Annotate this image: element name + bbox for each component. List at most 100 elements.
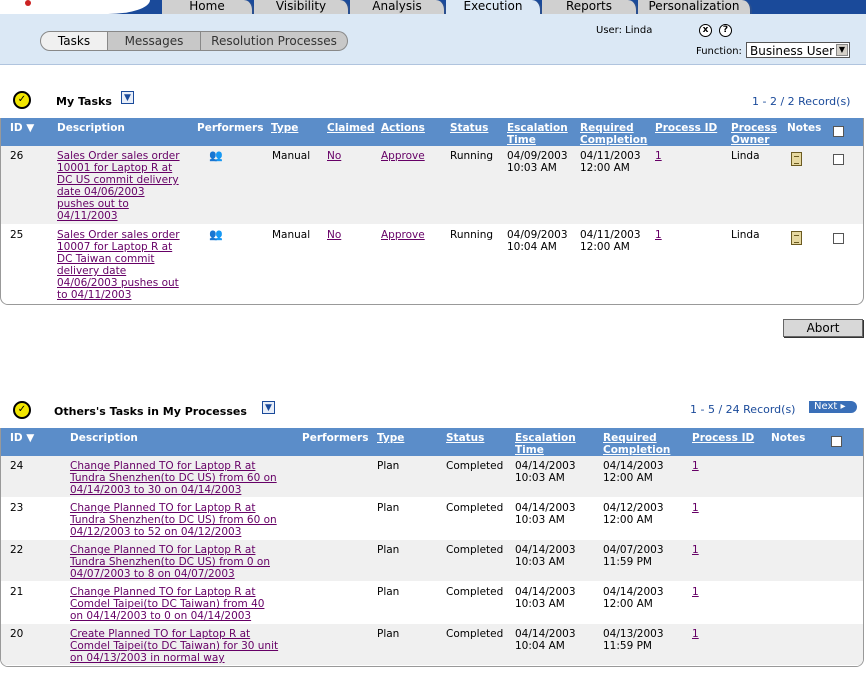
task-description-link[interactable]: Create Planned TO for Laptop R at Comdel … [70,628,302,664]
description-line: 04/11/2003 [57,210,118,222]
notes-icon[interactable] [791,231,802,245]
task-description-link[interactable]: Change Planned TO for Laptop R at Tundra … [70,502,302,538]
escalation-date: 04/14/2003 [515,460,576,472]
row-checkbox[interactable] [833,233,844,244]
function-label: Function: [696,46,742,57]
performers-icon[interactable]: 👥 [209,149,223,162]
column-escalation-time[interactable]: Escalation Time [515,432,581,456]
others-tasks-record-count: 1 - 5 / 24 Record(s) [690,403,796,416]
cell-escalation-time: 04/09/2003 10:03 AM [507,150,568,174]
subtab-tasks[interactable]: Tasks [40,31,108,51]
task-description-link[interactable]: Change Planned TO for Laptop R at Tundra … [70,544,302,580]
cell-required-completion: 04/13/2003 11:59 PM [603,628,664,652]
next-page-button[interactable]: Next ▸ [809,401,857,413]
escalation-time: 10:04 AM [515,640,565,652]
process-id-link[interactable]: 1 [655,150,662,162]
column-required-completion[interactable]: Required Completion [603,432,673,456]
escalation-date: 04/09/2003 [507,229,568,241]
tab-home[interactable]: Home [162,0,254,14]
escalation-date: 04/14/2003 [515,502,576,514]
task-description-link[interactable]: Sales Order sales order 10007 for Laptop … [57,229,197,301]
approve-link[interactable]: Approve [381,150,425,162]
filter-icon[interactable]: ▼ [121,91,134,104]
process-id-link[interactable]: 1 [692,544,699,556]
required-date: 04/12/2003 [603,502,664,514]
others-tasks-table: ID ▼ Description Performers Type Status … [0,428,864,667]
table-row: 21 Change Planned TO for Laptop R at Comde… [1,582,863,624]
task-description-link[interactable]: Change Planned TO for Laptop R at Comdel … [70,586,302,622]
description-line: 10001 for Laptop R at [57,162,173,174]
check-icon: ✓ [13,401,31,419]
table-row: 26 Sales Order sales order 10001 for Lapto… [1,146,863,225]
select-all-checkbox[interactable] [833,126,844,137]
cell-status: Completed [446,586,504,598]
tab-visibility[interactable]: Visibility [254,0,350,14]
cell-type: Plan [377,544,400,556]
column-status[interactable]: Status [446,432,484,444]
filter-icon[interactable]: ▼ [262,401,275,414]
function-select[interactable]: Business User ▼ [746,42,850,58]
description-line: Create Planned TO for Laptop R at [70,628,251,640]
column-process-id[interactable]: Process ID [692,432,754,444]
close-icon[interactable]: x [699,24,712,37]
column-id[interactable]: ID ▼ [10,122,34,134]
column-process-owner[interactable]: Process Owner [731,122,781,146]
column-process-id[interactable]: Process ID [655,122,717,134]
cell-id: 26 [10,150,24,162]
tab-personalization[interactable]: Personalization [638,0,752,14]
required-date: 04/07/2003 [603,544,664,556]
cell-status: Completed [446,544,504,556]
process-id-link[interactable]: 1 [655,229,662,241]
description-line: Tundra Shenzhen(to DC US) from 60 on [70,514,277,526]
required-time: 11:59 PM [603,556,652,568]
cell-required-completion: 04/07/2003 11:59 PM [603,544,664,568]
task-description-link[interactable]: Sales Order sales order 10001 for Laptop … [57,150,197,222]
subtab-messages[interactable]: Messages [108,31,201,51]
column-actions[interactable]: Actions [381,122,425,134]
column-type[interactable]: Type [271,122,298,134]
cell-required-completion: 04/14/2003 12:00 AM [603,460,664,484]
select-all-checkbox[interactable] [831,436,842,447]
claimed-link[interactable]: No [327,150,341,162]
performers-icon[interactable]: 👥 [209,228,223,241]
logo-mark [25,0,31,6]
row-checkbox[interactable] [833,154,844,165]
process-id-link[interactable]: 1 [692,460,699,472]
task-description-link[interactable]: Change Planned TO for Laptop R at Tundra … [70,460,302,496]
process-id-link[interactable]: 1 [692,502,699,514]
required-time: 12:00 AM [580,241,630,253]
help-icon[interactable]: ? [719,24,732,37]
claimed-link[interactable]: No [327,229,341,241]
notes-icon[interactable] [791,152,802,166]
cell-status: Running [450,150,494,162]
cell-status: Completed [446,628,504,640]
approve-link[interactable]: Approve [381,229,425,241]
required-date: 04/11/2003 [580,150,641,162]
required-date: 04/14/2003 [603,586,664,598]
process-id-link[interactable]: 1 [692,628,699,640]
others-tasks-body: 24 Change Planned TO for Laptop R at Tundr… [1,456,863,666]
cell-escalation-time: 04/14/2003 10:03 AM [515,544,576,568]
description-line: 04/07/2003 to 8 on 04/07/2003 [70,568,235,580]
cell-id: 23 [10,502,24,514]
column-required-completion[interactable]: Required Completion [580,122,650,146]
required-time: 11:59 PM [603,640,652,652]
column-type[interactable]: Type [377,432,404,444]
process-id-link[interactable]: 1 [692,586,699,598]
subtab-resolution-processes[interactable]: Resolution Processes [201,31,348,51]
column-escalation-time[interactable]: Escalation Time [507,122,573,146]
column-notes: Notes [787,122,822,134]
column-description: Description [57,122,125,134]
table-row: 22 Change Planned TO for Laptop R at Tundr… [1,540,863,582]
sub-tabs: Tasks Messages Resolution Processes [40,31,348,51]
abort-button[interactable]: Abort [783,319,863,337]
column-claimed[interactable]: Claimed [327,122,375,134]
cell-escalation-time: 04/14/2003 10:03 AM [515,502,576,526]
column-status[interactable]: Status [450,122,488,134]
description-line: Tundra Shenzhen(to DC US) from 60 on [70,472,277,484]
tab-reports[interactable]: Reports [542,0,638,14]
column-id[interactable]: ID ▼ [10,432,34,444]
my-tasks-record-count: 1 - 2 / 2 Record(s) [752,95,851,108]
tab-execution[interactable]: Execution [446,0,542,15]
tab-analysis[interactable]: Analysis [350,0,446,14]
